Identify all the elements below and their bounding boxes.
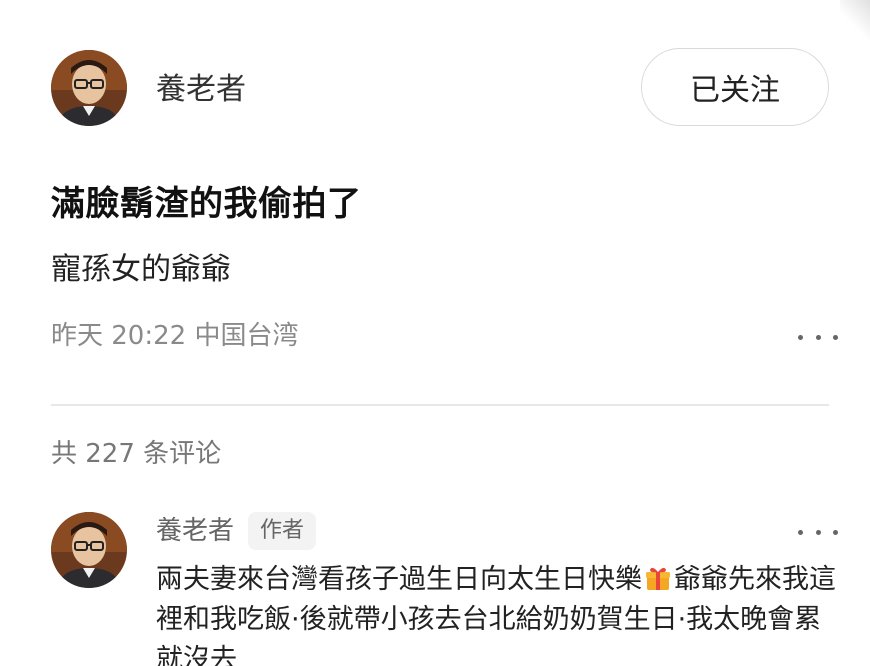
- author-avatar[interactable]: [51, 50, 127, 126]
- post-more-icon[interactable]: [798, 327, 838, 347]
- dot: [798, 529, 803, 535]
- post-body: 寵孫女的爺爺: [51, 252, 231, 287]
- author-name[interactable]: 養老者: [156, 70, 246, 110]
- commenter-name[interactable]: 養老者: [156, 512, 234, 550]
- dot: [833, 529, 838, 535]
- comment-more-icon[interactable]: [798, 522, 838, 542]
- post-meta: 昨天 20:22 中国台湾: [51, 321, 299, 351]
- avatar-icon: [51, 50, 127, 126]
- post-screen: 養老者 已关注 滿臉鬍渣的我偷拍了 寵孫女的爺爺 昨天 20:22 中国台湾 共…: [0, 0, 870, 666]
- comment-text-part1: 兩夫妻來台灣看孩子過生日向太生日快樂: [156, 564, 642, 595]
- dot: [815, 529, 821, 535]
- dot: [798, 334, 803, 340]
- follow-button[interactable]: 已关注: [641, 48, 829, 126]
- corner-shade: [840, 0, 870, 40]
- divider: [51, 404, 829, 406]
- comment-count: 共 227 条评论: [51, 439, 222, 469]
- gift-emoji-icon: [646, 567, 670, 590]
- comment-text: 兩夫妻來台灣看孩子過生日向太生日快樂 爺爺先來我這裡和我吃飯·後就帶小孩去台北給奶…: [156, 560, 846, 666]
- dot: [815, 334, 821, 340]
- post-title: 滿臉鬍渣的我偷拍了: [51, 184, 362, 224]
- commenter-avatar[interactable]: [51, 512, 127, 588]
- avatar-icon: [51, 512, 127, 588]
- dot: [833, 334, 838, 340]
- author-badge: 作者: [248, 512, 317, 550]
